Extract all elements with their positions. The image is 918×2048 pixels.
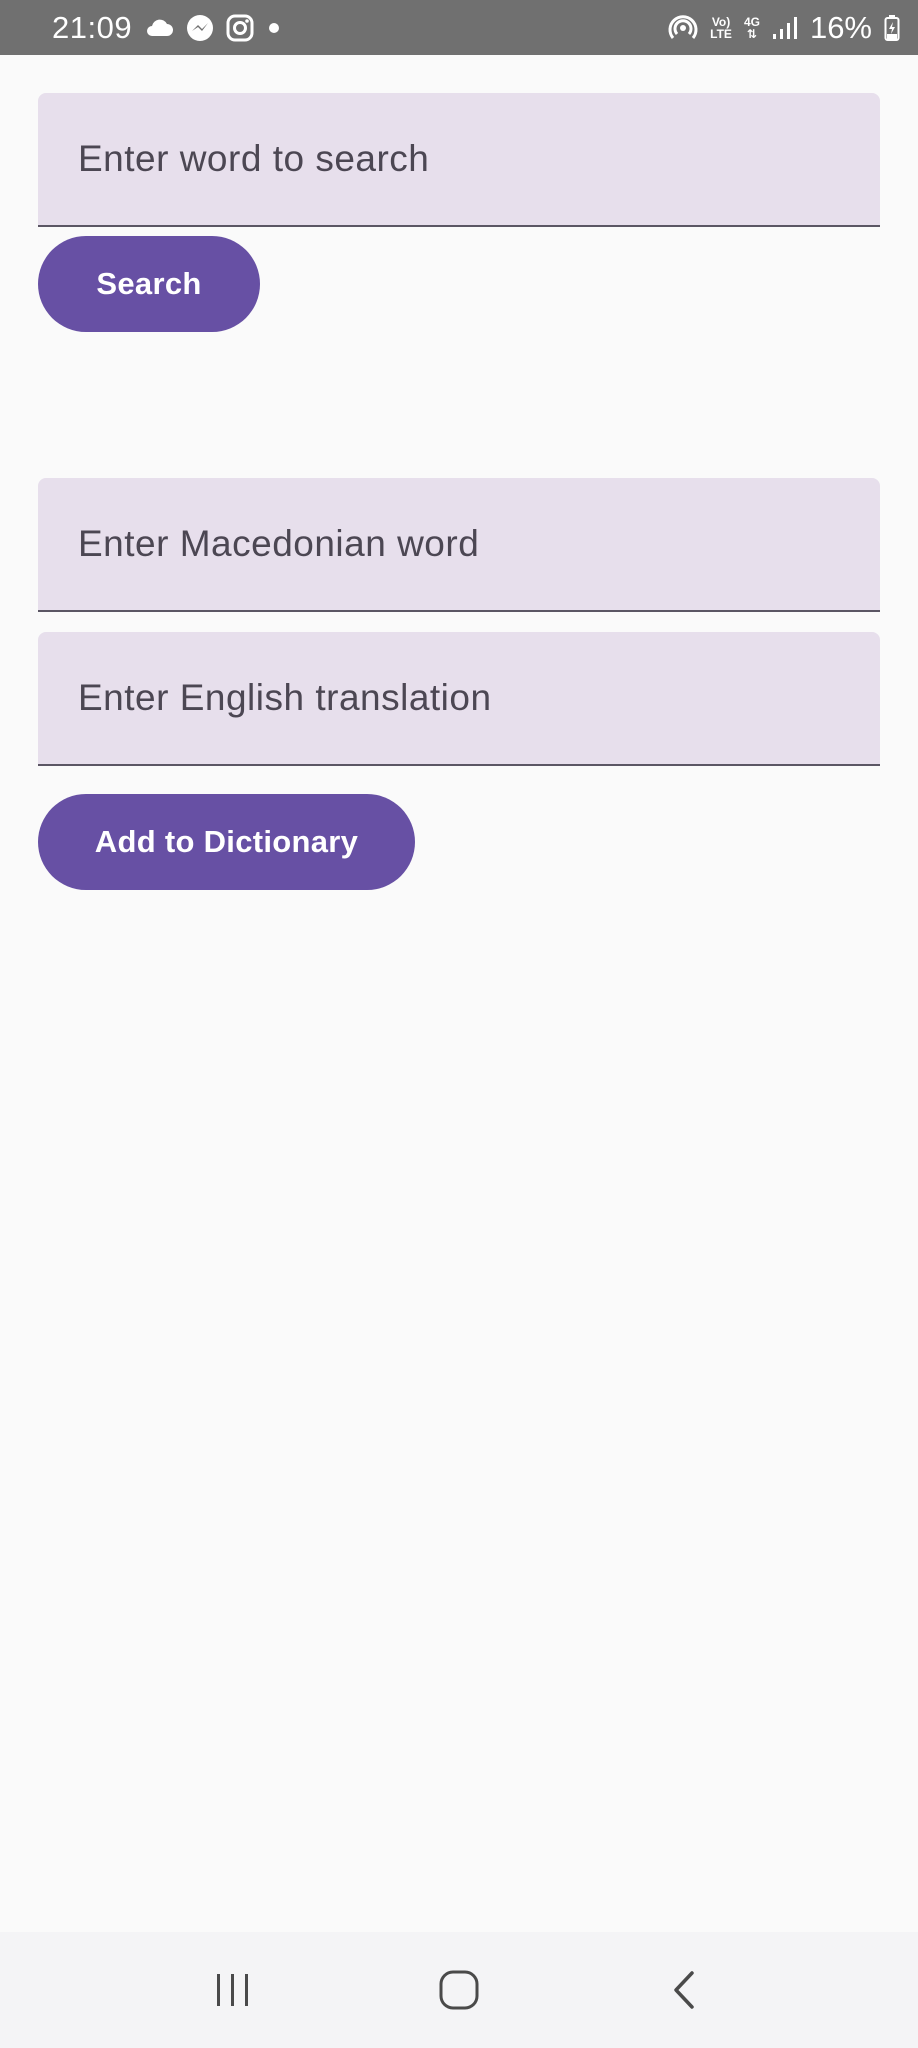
- home-icon[interactable]: [414, 1945, 504, 2035]
- network-top-label: Vo): [711, 14, 731, 29]
- status-right: Vo) LTE 4G ⇅ 16%: [668, 10, 900, 46]
- macedonian-word-input[interactable]: [78, 523, 880, 565]
- macedonian-word-field[interactable]: [38, 478, 880, 612]
- instagram-icon: [226, 13, 254, 43]
- back-icon[interactable]: [640, 1945, 730, 2035]
- search-input[interactable]: [78, 138, 880, 180]
- app-screen: 21:09 Vo) LTE 4G ⇅ 16% Enter word to sea…: [0, 0, 918, 2048]
- data-type-label: 4G: [743, 14, 760, 29]
- english-translation-field[interactable]: [38, 632, 880, 766]
- status-bar: 21:09 Vo) LTE 4G ⇅ 16%: [0, 0, 918, 55]
- status-time: 21:09: [52, 9, 133, 45]
- battery-icon: [884, 13, 900, 43]
- add-to-dictionary-button[interactable]: Add to Dictionary: [38, 794, 415, 890]
- hotspot-icon: [668, 13, 698, 43]
- data-4g-icon: 4G ⇅: [743, 14, 760, 41]
- recent-apps-icon[interactable]: [188, 1945, 278, 2035]
- cloud-icon: [144, 13, 174, 43]
- battery-percent: 16%: [809, 9, 872, 45]
- english-translation-input[interactable]: [78, 677, 880, 719]
- navigation-bar: [0, 1932, 918, 2048]
- volte-icon: Vo) LTE: [710, 13, 732, 43]
- search-field[interactable]: [38, 93, 880, 227]
- search-button[interactable]: Search: [38, 236, 260, 332]
- notification-dot-icon: [266, 13, 282, 43]
- status-left: 21:09: [52, 10, 282, 46]
- messenger-icon: [186, 13, 214, 43]
- network-bottom-label: LTE: [710, 26, 732, 41]
- signal-icon: [772, 13, 798, 43]
